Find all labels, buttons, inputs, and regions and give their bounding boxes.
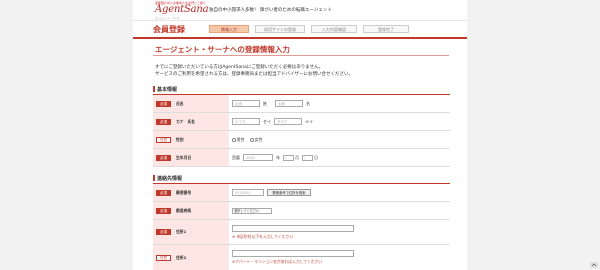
address2-error: ※アパート・マンション名があれば入力してください [232,259,323,264]
required-badge: 必須 [156,207,171,214]
row-fields: 西暦 2000 年 - 月 - 日 [232,149,450,166]
year-suffix: 年 [276,155,280,160]
row-fields: 0010001 郵便番号で住所を検索 [232,184,450,201]
row-fields: 山田 姓 太郎 名 [232,95,450,112]
address1-error: ※ 市区町村以下を入力してください [232,234,294,239]
site-logo[interactable]: 首都圏の中小企業求人を専門にご紹介 AgentSana エージェント・サーナ [155,1,209,20]
zip-input[interactable]: 0010001 [232,189,264,196]
zip-label: 郵便番号 [176,189,192,195]
address2-input[interactable] [232,250,354,257]
birth-month-select[interactable]: - [283,154,294,161]
last-name-input[interactable]: 山田 [232,100,260,107]
required-badge: 必須 [156,154,171,161]
radio-icon[interactable] [232,138,236,142]
row-gender: 任意 性別 男性 女性 [153,131,450,149]
form-heading: エージェント・サーナへの登録情報入力 [155,45,290,54]
birthdate-label: 生年月日 [176,154,192,160]
zip-search-button[interactable]: 郵便番号で住所を検索 [267,189,311,196]
optional-badge: 任意 [156,254,171,261]
row-label: 任意 住所2 [153,245,229,270]
birth-day-select[interactable]: - [302,154,313,161]
gender-female-option[interactable]: 女性 [250,136,263,143]
day-suffix: 日 [314,155,318,160]
row-fields: ※アパート・マンション名があれば入力してください [232,245,450,270]
row-birthdate: 必須 生年月日 西暦 2000 年 - 月 - 日 [153,149,450,167]
gender-label: 性別 [176,136,184,142]
section-basic-info: 基本情報 [153,86,177,93]
first-name-suffix: 名 [306,101,310,106]
row-label: 必須 氏名 [153,95,229,112]
prefecture-select[interactable]: 選択してください [232,208,272,214]
notice-line-1: すでにご登録いただいている方はAgentSanaにご登録いただく必要はありません… [155,65,324,70]
address1-input[interactable] [232,225,354,232]
male-label: 男性 [236,137,245,142]
first-name-input[interactable]: 太郎 [275,100,303,107]
required-badge: 必須 [156,229,171,235]
step-site-register: 採用サイトの登録 [255,25,305,33]
row-name: 必須 氏名 山田 姓 太郎 名 [153,95,450,113]
logo-subtext: エージェント・サーナ [155,17,180,20]
site-header: 首都圏の中小企業求人を専門にご紹介 AgentSana エージェント・サーナ 独… [133,0,467,21]
heading-divider [153,55,449,56]
row-label: 必須 郵便番号 [153,184,229,201]
row-label: 必須 住所1 [153,220,229,244]
last-kana-suffix: セイ [263,119,271,124]
notice-line-2: サービスのご利用を希望される方は、登録事務局または担当アドバイザーにお問い合せく… [155,72,353,77]
first-kana-input[interactable]: タロウ [274,118,302,125]
row-label: 必須 都道府県 [153,202,229,219]
row-label: 必須 生年月日 [153,149,229,166]
required-badge: 必須 [156,118,171,125]
first-kana-suffix: メイ [305,119,313,124]
name-label: 氏名 [176,100,184,106]
step-complete: 登録完了 [363,25,409,33]
step-input: 情報入力 [209,25,249,33]
row-fields: ※ 市区町村以下を入力してください [232,220,450,244]
era-prefix: 西暦 [232,155,240,160]
step-confirm: 入力内容確認 [311,25,357,33]
row-prefecture: 必須 都道府県 選択してください [153,202,450,220]
row-zip: 必須 郵便番号 0010001 郵便番号で住所を検索 [153,184,450,202]
header-tagline: 独自の中小開求人多数！ 障がい者のための転職エージェント [209,8,332,13]
prefecture-label: 都道府県 [176,207,192,213]
scroll-to-top-icon[interactable] [590,262,598,268]
female-label: 女性 [254,137,263,142]
row-kana: 必須 カナ 氏名 ヤマダ セイ タロウ メイ [153,113,450,131]
logo-text: AgentSana [155,4,209,15]
row-fields: 選択してください [232,202,450,219]
required-badge: 必須 [156,100,171,107]
gender-male-option[interactable]: 男性 [232,136,245,143]
birth-year-input[interactable]: 2000 [243,154,273,161]
optional-badge: 任意 [156,136,171,143]
page-title: 会員登録 [153,25,185,34]
required-badge: 必須 [156,189,171,196]
row-address2: 任意 住所2 ※アパート・マンション名があれば入力してください [153,245,450,270]
row-label: 必須 カナ 氏名 [153,113,229,130]
address1-label: 住所1 [176,229,187,234]
section-contact-info: 連絡先情報 [153,175,182,182]
row-fields: ヤマダ セイ タロウ メイ [232,113,450,130]
month-suffix: 月 [295,155,299,160]
kana-label: カナ 氏名 [176,118,195,124]
row-label: 任意 性別 [153,131,229,148]
registration-page: 首都圏の中小企業求人を専門にご紹介 AgentSana エージェント・サーナ 独… [133,0,467,270]
radio-icon[interactable] [250,138,254,142]
row-address1: 必須 住所1 ※ 市区町村以下を入力してください [153,220,450,245]
address2-label: 住所2 [176,254,187,260]
row-fields: 男性 女性 [232,131,450,148]
last-name-suffix: 姓 [263,101,267,106]
last-kana-input[interactable]: ヤマダ [232,118,260,125]
title-bar: 会員登録 情報入力 採用サイトの登録 入力内容確認 登録完了 [133,21,467,39]
